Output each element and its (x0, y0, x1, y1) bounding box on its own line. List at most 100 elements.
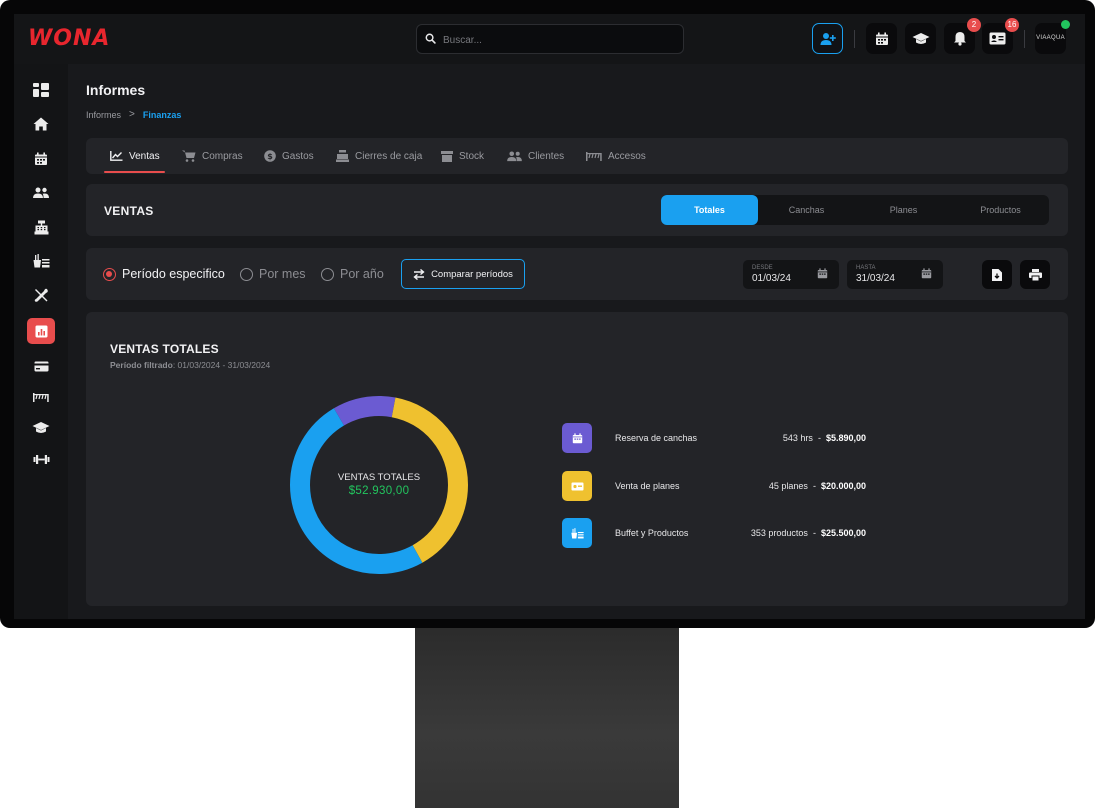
legend-color-swatch (562, 471, 592, 501)
notifications-button[interactable]: 2 (944, 18, 981, 54)
users-icon (33, 187, 49, 198)
segment-totales[interactable]: Totales (661, 195, 758, 225)
tools-icon (34, 288, 48, 302)
date-from-value: 01/03/24 (752, 273, 791, 284)
download-button[interactable] (982, 260, 1012, 289)
page-title: Informes (86, 82, 146, 98)
legend-name: Reserva de canchas (615, 433, 698, 443)
search-input[interactable] (443, 31, 673, 49)
segment-productos[interactable]: Productos (952, 195, 1049, 225)
sidebar-item-calendar[interactable] (27, 146, 55, 172)
tab-label: Ventas (129, 150, 160, 162)
sidebar-item-dashboard[interactable] (27, 77, 55, 103)
breadcrumb-parent[interactable]: Informes (86, 110, 121, 120)
sidebar-item-cash-register[interactable] (27, 214, 55, 240)
legend-qty: 45 planes (768, 481, 808, 491)
tab-cierres-de-caja[interactable]: Cierres de caja (336, 138, 422, 174)
date-to-value: 31/03/24 (856, 273, 895, 284)
buffet-icon (33, 254, 49, 268)
sidebar-item-payments[interactable] (27, 353, 55, 379)
legend-name: Venta de planes (615, 481, 680, 491)
breadcrumb-current: Finanzas (142, 109, 182, 120)
top-bar: WONA Buscar... 2 16 VIAAQUA (14, 14, 1085, 64)
sidebar-item-tools[interactable] (27, 282, 55, 308)
calendar-icon (817, 268, 828, 279)
segment-canchas[interactable]: Canchas (758, 195, 855, 225)
radio-por-anio[interactable]: Por año (321, 267, 384, 281)
legend-amount: $20.000,00 (820, 481, 866, 491)
legend-qty: 543 hrs (782, 433, 813, 443)
sidebar-item-clients[interactable] (27, 180, 55, 206)
tab-ventas[interactable]: Ventas (110, 138, 160, 174)
legend-amount: $5.890,00 (825, 433, 866, 443)
legend-sep: - (812, 528, 816, 538)
card-icon (571, 482, 583, 490)
sidebar-item-courses[interactable] (27, 415, 55, 441)
radio-button (103, 267, 116, 281)
main-content: Informes Informes > Finanzas Ventas Comp… (68, 64, 1085, 619)
date-from-field[interactable]: DESDE 01/03/24 (743, 260, 839, 289)
radio-por-mes[interactable]: Por mes (240, 267, 306, 281)
monitor-bezel: WONA Buscar... 2 16 VIAAQUA Informes Inf… (0, 0, 1095, 628)
segmented-control: Totales Canchas Planes Productos (661, 195, 1049, 225)
active-tab-indicator (104, 171, 165, 173)
calendar-icon (921, 268, 932, 279)
app-logo[interactable]: WONA (28, 26, 110, 51)
donut-center-label: VENTAS TOTALES (337, 472, 421, 483)
legend-item-reserva-canchas[interactable]: Reserva de canchas 543 hrs - $5.890,00 (562, 423, 872, 453)
calendar-icon (35, 152, 47, 165)
legend-color-swatch (562, 423, 592, 453)
print-button[interactable] (1020, 260, 1050, 289)
toolbar-divider (1024, 30, 1025, 48)
sidebar-item-gym[interactable] (27, 446, 55, 472)
filter-bar: Período especifico Por mes Por año Compa… (86, 248, 1068, 300)
tab-label: Accesos (608, 150, 646, 162)
messages-button[interactable]: 16 (982, 18, 1019, 54)
printer-icon (1028, 268, 1042, 281)
filtered-period: Período filtrado: 01/03/2024 - 31/03/202… (110, 360, 270, 370)
tab-compras[interactable]: Compras (182, 138, 243, 174)
tab-stock[interactable]: Stock (441, 138, 484, 174)
radio-label: Período especifico (122, 267, 225, 281)
radio-periodo-especifico[interactable]: Período especifico (103, 267, 225, 281)
turnstile-icon (586, 152, 602, 161)
section-title: VENTAS (104, 204, 154, 218)
donut-center-value: $52.930,00 (348, 485, 410, 497)
register-icon (336, 150, 349, 162)
period-label: Período filtrado (110, 360, 173, 370)
tab-clientes[interactable]: Clientes (507, 138, 564, 174)
legend-item-buffet-productos[interactable]: Buffet y Productos 353 productos - $25.5… (562, 518, 872, 548)
segment-planes[interactable]: Planes (855, 195, 952, 225)
home-icon (33, 117, 49, 131)
legend-value: 353 productos - $25.500,00 (751, 528, 866, 538)
search-box[interactable] (416, 24, 684, 54)
sidebar-item-home[interactable] (27, 111, 55, 137)
legend-sep: - (812, 481, 816, 491)
user-avatar[interactable]: VIAAQUA (1035, 20, 1070, 54)
date-to-field[interactable]: HASTA 31/03/24 (847, 260, 943, 289)
tab-label: Clientes (528, 150, 565, 162)
radio-button (240, 267, 253, 281)
report-tabs: Ventas Compras $ Gastos Cierres de caja … (86, 138, 1068, 174)
radio-button (321, 267, 334, 281)
calendar-button[interactable] (866, 23, 897, 54)
trend-icon (110, 151, 123, 161)
compare-periods-button[interactable]: Comparar períodos (401, 259, 525, 289)
tab-gastos[interactable]: $ Gastos (264, 138, 314, 174)
add-user-button[interactable] (812, 23, 843, 54)
bell-icon (953, 32, 966, 46)
sidebar-item-access[interactable] (27, 384, 55, 410)
courses-button[interactable] (905, 23, 936, 54)
sales-chart-card: VENTAS TOTALES Período filtrado: 01/03/2… (86, 312, 1068, 606)
tab-accesos[interactable]: Accesos (586, 138, 646, 174)
notifications-badge: 2 (967, 18, 981, 32)
sidebar-item-buffet[interactable] (27, 248, 55, 274)
sidebar (14, 64, 68, 619)
compare-label: Comparar períodos (431, 268, 513, 280)
avatar-text: VIAAQUA (1036, 35, 1065, 41)
users-icon (507, 150, 522, 161)
sidebar-item-reports[interactable] (27, 318, 55, 344)
date-to-label: HASTA (856, 265, 876, 271)
breadcrumb-separator: > (129, 109, 135, 120)
legend-item-venta-planes[interactable]: Venta de planes 45 planes - $20.000,00 (562, 471, 872, 501)
